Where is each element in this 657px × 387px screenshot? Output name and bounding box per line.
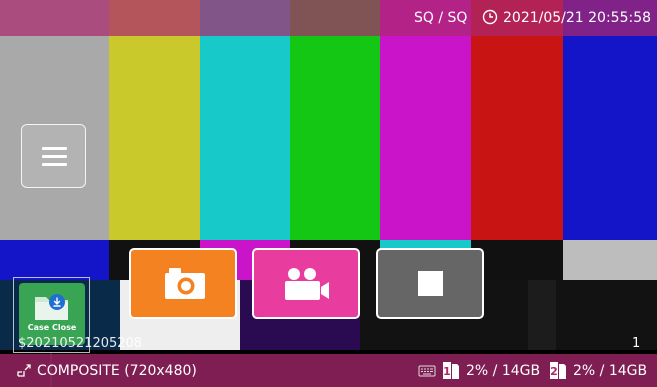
sd-card-icon: 1 xyxy=(443,361,460,380)
bar-red xyxy=(471,0,563,280)
top-status-bar: SQ / SQ 2021/05/21 20:55:58 xyxy=(0,0,657,36)
date-time: 2021/05/21 20:55:58 xyxy=(503,10,652,26)
bar-yellow xyxy=(109,0,200,280)
sd-card-icon: 2 xyxy=(550,361,567,380)
stop-button[interactable] xyxy=(378,250,482,317)
bar-cyan xyxy=(200,0,290,280)
media-2-usage: 2% / 14GB xyxy=(573,363,648,379)
castellation-black xyxy=(471,240,563,280)
clock-icon xyxy=(482,9,498,25)
color-bars-pattern xyxy=(0,0,657,387)
svg-text:2: 2 xyxy=(550,365,558,378)
capture-photo-button[interactable] xyxy=(131,250,235,317)
bar-blue xyxy=(563,0,657,280)
stop-icon xyxy=(418,271,443,296)
image-counter: 1 xyxy=(632,336,641,351)
castellation-gray xyxy=(563,240,657,280)
pluge-step xyxy=(528,280,556,350)
keyboard-icon xyxy=(418,364,436,377)
input-source-icon xyxy=(16,363,32,379)
bar-green xyxy=(290,0,380,280)
menu-button[interactable] xyxy=(21,124,86,188)
case-id: $20210521205208 xyxy=(18,336,143,351)
input-source-label: COMPOSITE (720x480) xyxy=(37,363,197,379)
media-1-usage: 2% / 14GB xyxy=(466,363,541,379)
folder-download-icon xyxy=(35,294,68,320)
castellation-blue xyxy=(0,240,109,280)
video-camera-icon xyxy=(285,268,329,300)
quality-mode: SQ / SQ xyxy=(414,10,468,26)
bottom-status-bar: COMPOSITE (720x480) 1 2% / 14GB 2 2% / 1… xyxy=(0,354,657,387)
bar-magenta xyxy=(380,0,471,280)
case-close-label: Case Close xyxy=(27,323,77,332)
svg-text:1: 1 xyxy=(443,365,451,378)
camera-icon xyxy=(165,268,205,299)
record-video-button[interactable] xyxy=(254,250,358,317)
video-preview-screen: SQ / SQ 2021/05/21 20:55:58 Case Close $… xyxy=(0,0,657,387)
